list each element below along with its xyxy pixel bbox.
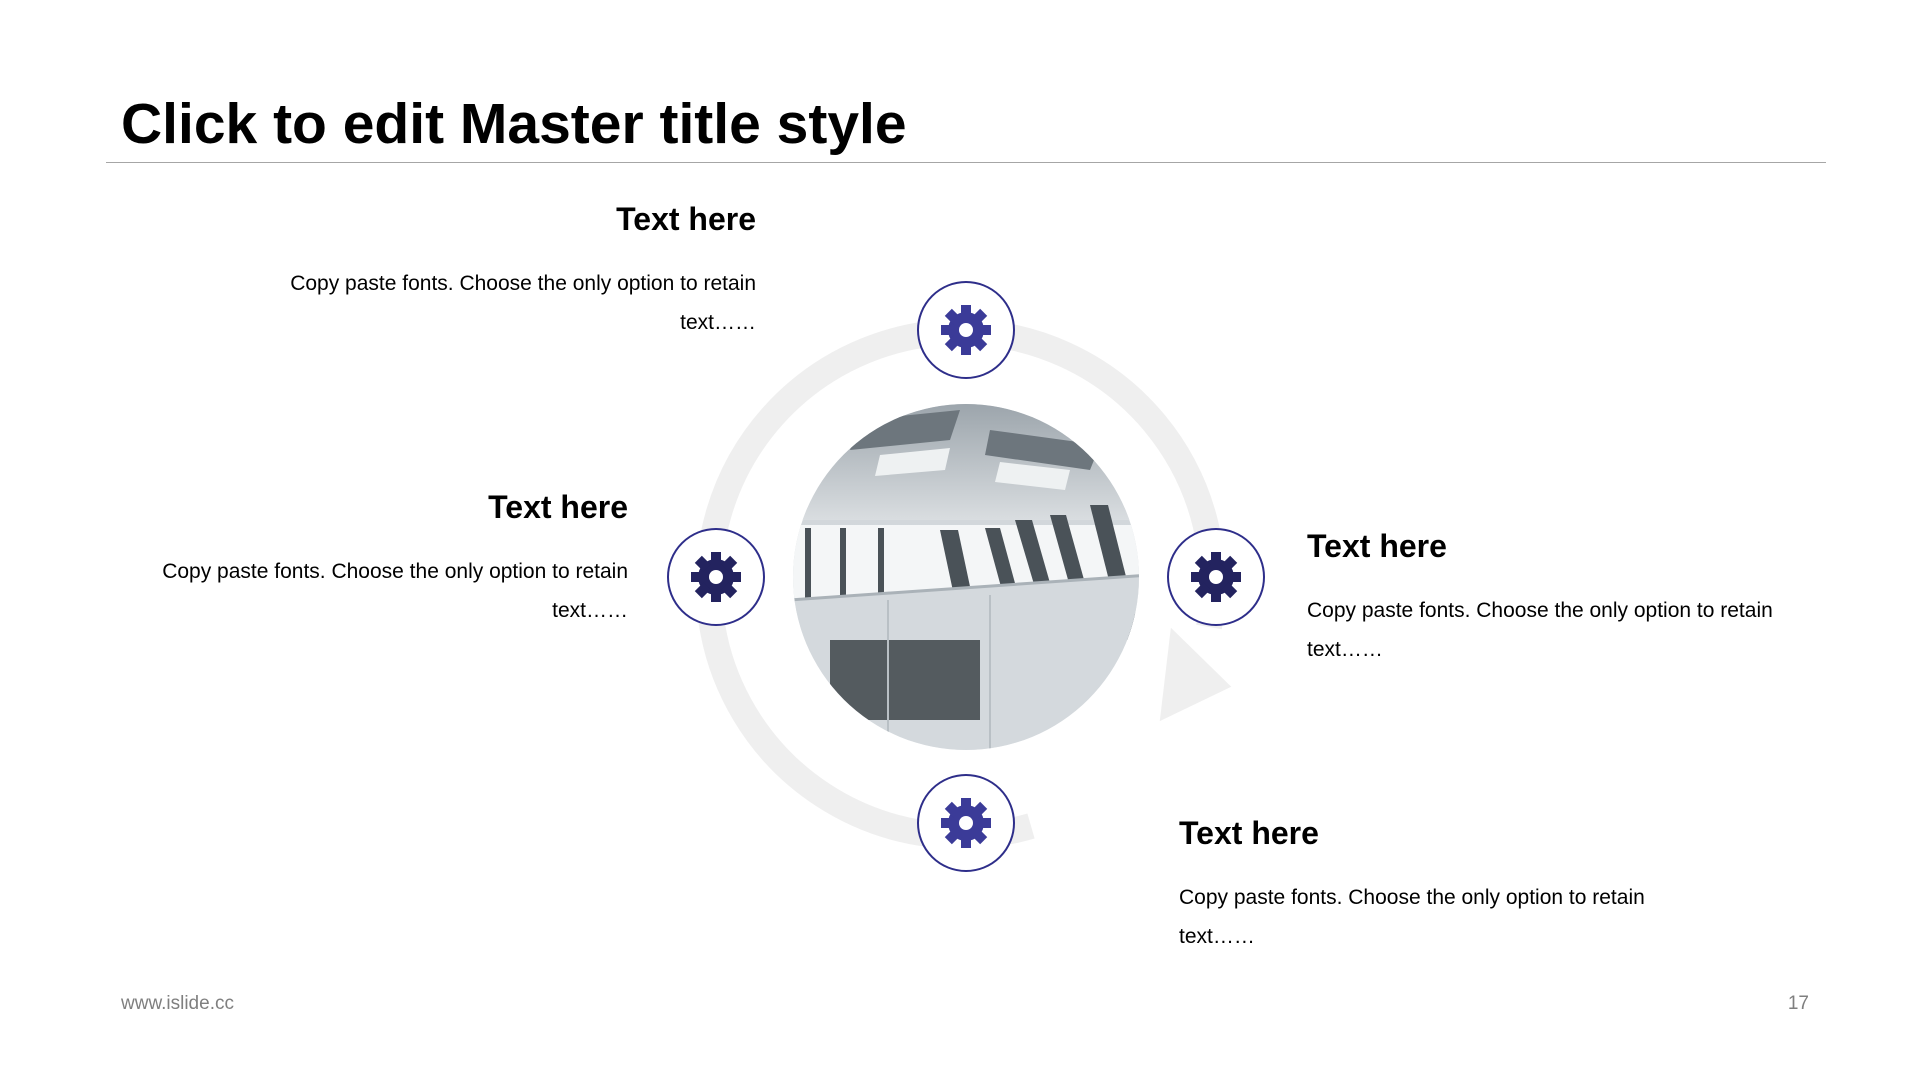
block-body: Copy paste fonts. Choose the only option… [162,560,628,622]
footer-url: www.islide.cc [121,993,234,1014]
text-block-bottom: Text here Copy paste fonts. Choose the o… [1179,813,1699,956]
text-block-left: Text here Copy paste fonts. Choose the o… [68,487,628,630]
block-heading: Text here [616,201,756,237]
gear-icon [1191,552,1241,602]
block-heading: Text here [1307,528,1447,564]
block-body: Copy paste fonts. Choose the only option… [290,272,756,334]
text-block-right: Text here Copy paste fonts. Choose the o… [1307,526,1827,669]
text-block-top: Text here Copy paste fonts. Choose the o… [196,199,756,342]
center-photo [793,404,1139,750]
block-heading: Text here [1179,815,1319,851]
gear-icon [691,552,741,602]
block-heading: Text here [488,489,628,525]
gear-icon [941,305,991,355]
block-body: Copy paste fonts. Choose the only option… [1179,886,1645,948]
page-number: 17 [1787,993,1809,1014]
block-body: Copy paste fonts. Choose the only option… [1307,599,1773,661]
gear-icon [941,798,991,848]
